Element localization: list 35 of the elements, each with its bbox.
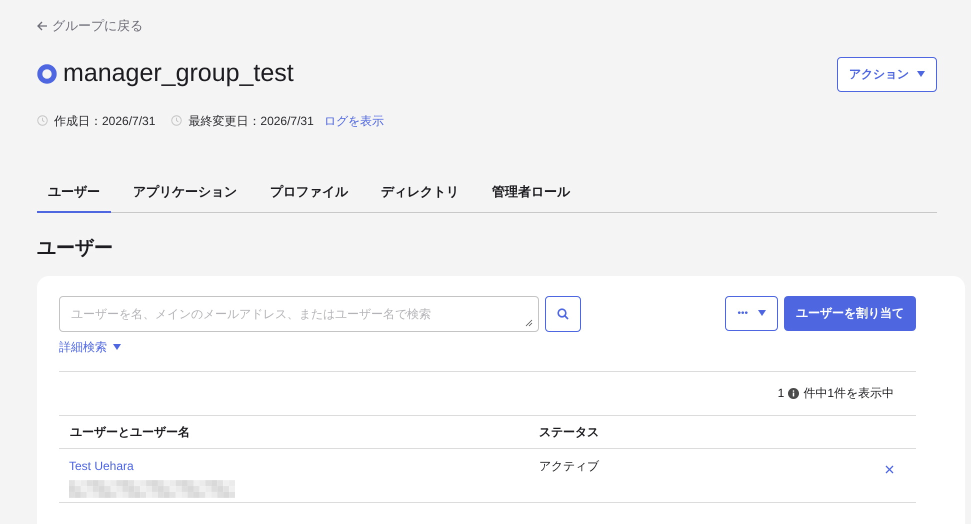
result-count-text: 件中1件を表示中 <box>803 385 894 402</box>
arrow-left-icon <box>37 20 48 31</box>
remove-button[interactable] <box>885 464 894 474</box>
clock-icon <box>37 115 48 126</box>
tab[interactable]: 管理者ロール <box>481 182 581 213</box>
search-icon <box>557 308 569 320</box>
caret-icon <box>113 344 121 350</box>
search-field[interactable]: ユーザーを名、メインのメールアドレス、またはユーザー名で検索 <box>59 296 539 332</box>
group-title: manager_group_test <box>63 60 294 88</box>
tab[interactable]: ディレクトリ <box>370 182 470 213</box>
column-header: ステータス <box>539 424 599 440</box>
status-text: アクティブ <box>539 458 600 474</box>
close-icon <box>885 464 894 474</box>
user-name-link[interactable]: Test Uehara <box>69 456 134 474</box>
back-link[interactable]: グループに戻る <box>37 16 937 36</box>
tab[interactable]: プロファイル <box>259 182 359 213</box>
caret-icon <box>917 71 925 77</box>
tab[interactable]: ユーザー <box>37 182 111 213</box>
search-button[interactable] <box>545 296 581 332</box>
caret-icon <box>758 310 766 316</box>
assign-users-button[interactable]: ユーザーを割り当て <box>784 296 916 330</box>
info-icon <box>788 388 800 398</box>
group-ring-icon <box>37 64 57 84</box>
advanced-search-toggle[interactable]: 詳細検索 <box>59 338 121 356</box>
result-count: 1 <box>778 385 784 402</box>
tab[interactable]: アプリケーション <box>122 182 248 213</box>
section-title: ユーザー <box>37 237 114 261</box>
view-log-link[interactable]: ログを表示 <box>324 112 384 130</box>
more-options-button[interactable]: ••• <box>725 296 778 330</box>
created-date: 作成日：2026/7/31 <box>54 112 156 130</box>
actions-button[interactable]: アクション <box>837 56 937 92</box>
column-header: ユーザーとユーザー名 <box>69 424 191 440</box>
modified-date: 最終変更日：2026/7/31 <box>188 112 314 130</box>
clock-icon <box>171 115 182 126</box>
resize-grip-icon <box>525 318 533 326</box>
